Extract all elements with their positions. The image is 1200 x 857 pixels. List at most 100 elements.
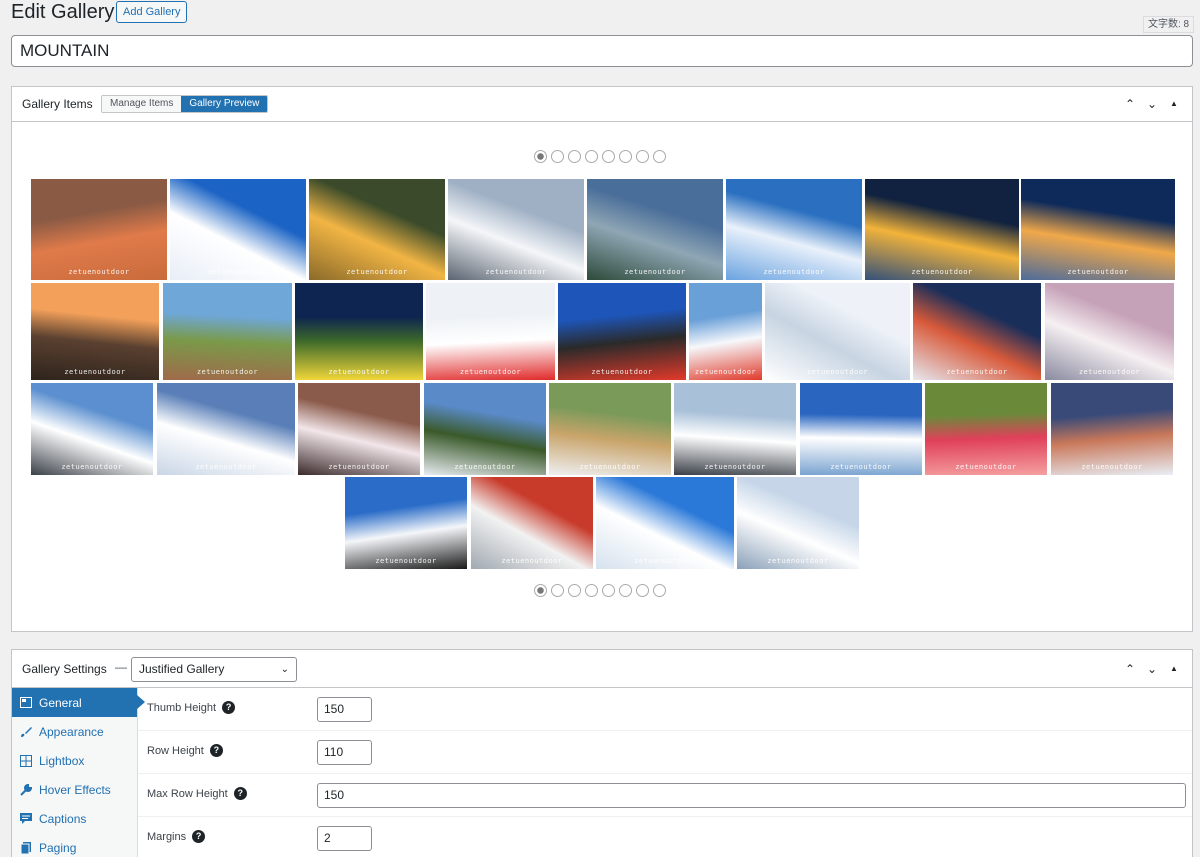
pager-dot[interactable] [619, 150, 632, 163]
gallery-photo[interactable]: zetuenoutdoor [674, 383, 796, 475]
photo-watermark: zetuenoutdoor [955, 463, 1017, 471]
gallery-type-value: Justified Gallery [139, 662, 225, 676]
gallery-items-tabs: Manage Items Gallery Preview [101, 95, 269, 113]
gallery-photo[interactable]: zetuenoutdoor [737, 477, 859, 569]
gallery-photo[interactable]: zetuenoutdoor [1051, 383, 1173, 475]
gallery-photo[interactable]: zetuenoutdoor [170, 179, 306, 280]
help-icon[interactable]: ? [233, 787, 247, 800]
pager-dot[interactable] [602, 584, 615, 597]
gallery-photo[interactable]: zetuenoutdoor [913, 283, 1041, 380]
sidebar-item-label: Appearance [39, 724, 104, 739]
pager-dot[interactable] [619, 584, 632, 597]
photo-watermark: zetuenoutdoor [1067, 268, 1129, 276]
gallery-settings-title: Gallery Settings [22, 662, 107, 676]
tab-manage-items[interactable]: Manage Items [102, 96, 182, 112]
gallery-items-controls: ⌃ ⌄ ▲ [1124, 96, 1180, 112]
pager-dot[interactable] [568, 584, 581, 597]
photo-watermark: zetuenoutdoor [346, 268, 408, 276]
setting-label: Max Row Height? [147, 787, 247, 800]
thumb-height-input[interactable]: 150 [317, 697, 372, 722]
row-height-input[interactable]: 110 [317, 740, 372, 765]
setting-label: Thumb Height? [147, 701, 236, 714]
gallery-photo[interactable]: zetuenoutdoor [587, 179, 723, 280]
gallery-type-select[interactable]: Justified Gallery ⌄ [131, 657, 297, 682]
gallery-photo[interactable]: zetuenoutdoor [31, 179, 167, 280]
photo-watermark: zetuenoutdoor [68, 268, 130, 276]
gallery-photo[interactable]: zetuenoutdoor [345, 477, 467, 569]
gallery-photo[interactable]: zetuenoutdoor [448, 179, 584, 280]
pager-dot[interactable] [636, 150, 649, 163]
sidebar-item-captions[interactable]: Captions [12, 804, 137, 833]
gallery-photo[interactable]: zetuenoutdoor [1045, 283, 1174, 380]
pager-dot[interactable] [585, 584, 598, 597]
gallery-photo[interactable]: zetuenoutdoor [800, 383, 922, 475]
max-row-height-input[interactable]: 150 [317, 783, 1186, 808]
sidebar-item-label: Lightbox [39, 753, 85, 768]
sidebar-item-appearance[interactable]: Appearance [12, 717, 137, 746]
gallery-photo[interactable]: zetuenoutdoor [765, 283, 910, 380]
gallery-photo[interactable]: zetuenoutdoor [298, 383, 420, 475]
gallery-photo[interactable]: zetuenoutdoor [157, 383, 295, 475]
gallery-photo[interactable]: zetuenoutdoor [163, 283, 292, 380]
photo-watermark: zetuenoutdoor [830, 463, 892, 471]
gallery-settings-box: Gallery Settings — Justified Gallery ⌄ ⌃… [11, 649, 1193, 857]
pager-dot[interactable] [653, 150, 666, 163]
sidebar-item-hover-effects[interactable]: Hover Effects [12, 775, 137, 804]
pager-dot[interactable] [534, 584, 547, 597]
pager-dot[interactable] [551, 584, 564, 597]
photo-watermark: zetuenoutdoor [195, 463, 257, 471]
gallery-settings-header: Gallery Settings — Justified Gallery ⌄ ⌃… [12, 650, 1192, 688]
photo-watermark: zetuenoutdoor [328, 463, 390, 471]
pager-dot[interactable] [534, 150, 547, 163]
sidebar-item-lightbox[interactable]: Lightbox [12, 746, 137, 775]
pager-dot[interactable] [551, 150, 564, 163]
move-down-icon[interactable]: ⌄ [1146, 96, 1158, 112]
pager-dot[interactable] [568, 150, 581, 163]
photo-watermark: zetuenoutdoor [704, 463, 766, 471]
help-icon[interactable]: ? [192, 830, 206, 843]
title-separator: — [115, 660, 127, 674]
gallery-photo[interactable]: zetuenoutdoor [726, 179, 862, 280]
collapse-toggle-icon[interactable]: ▲ [1168, 661, 1180, 677]
photo-watermark: zetuenoutdoor [485, 268, 547, 276]
gallery-title-input[interactable]: MOUNTAIN [11, 35, 1193, 67]
sidebar-item-general[interactable]: General [12, 688, 145, 717]
gallery-photo[interactable]: zetuenoutdoor [865, 179, 1019, 280]
move-up-icon[interactable]: ⌃ [1124, 661, 1136, 677]
gallery-photo[interactable]: zetuenoutdoor [426, 283, 555, 380]
setting-label-text: Margins [147, 830, 187, 843]
setting-row-row-height: Row Height? 110 [138, 731, 1192, 774]
gallery-items-box: Gallery Items Manage Items Gallery Previ… [11, 86, 1193, 632]
gallery-photo[interactable]: zetuenoutdoor [31, 283, 159, 380]
gallery-items-header: Gallery Items Manage Items Gallery Previ… [12, 87, 1192, 122]
gallery-photo[interactable]: zetuenoutdoor [309, 179, 445, 280]
grid-icon [20, 754, 32, 767]
gallery-photo[interactable]: zetuenoutdoor [558, 283, 686, 380]
add-gallery-button[interactable]: Add Gallery [116, 1, 188, 23]
photo-watermark: zetuenoutdoor [328, 368, 390, 376]
gallery-photo[interactable]: zetuenoutdoor [471, 477, 593, 569]
sidebar-item-paging[interactable]: Paging [12, 833, 137, 857]
margins-input[interactable]: 2 [317, 826, 372, 851]
pager-dot[interactable] [602, 150, 615, 163]
gallery-photo[interactable]: zetuenoutdoor [596, 477, 734, 569]
move-up-icon[interactable]: ⌃ [1124, 96, 1136, 112]
help-icon[interactable]: ? [209, 744, 223, 757]
pager-dot[interactable] [636, 584, 649, 597]
pager-dot[interactable] [653, 584, 666, 597]
move-down-icon[interactable]: ⌄ [1146, 661, 1158, 677]
gallery-photo[interactable]: zetuenoutdoor [925, 383, 1047, 475]
gallery-photo[interactable]: zetuenoutdoor [31, 383, 153, 475]
pager-dot[interactable] [585, 150, 598, 163]
tab-gallery-preview[interactable]: Gallery Preview [181, 96, 268, 112]
gallery-photo[interactable]: zetuenoutdoor [295, 283, 423, 380]
help-icon[interactable]: ? [222, 701, 236, 714]
gallery-photo[interactable]: zetuenoutdoor [549, 383, 671, 475]
photo-watermark: zetuenoutdoor [579, 463, 641, 471]
collapse-toggle-icon[interactable]: ▲ [1168, 96, 1180, 112]
gallery-photo[interactable]: zetuenoutdoor [689, 283, 762, 380]
photo-watermark: zetuenoutdoor [375, 557, 437, 565]
gallery-photo[interactable]: zetuenoutdoor [424, 383, 546, 475]
gallery-photo[interactable]: zetuenoutdoor [1021, 179, 1175, 280]
photo-watermark: zetuenoutdoor [591, 368, 653, 376]
